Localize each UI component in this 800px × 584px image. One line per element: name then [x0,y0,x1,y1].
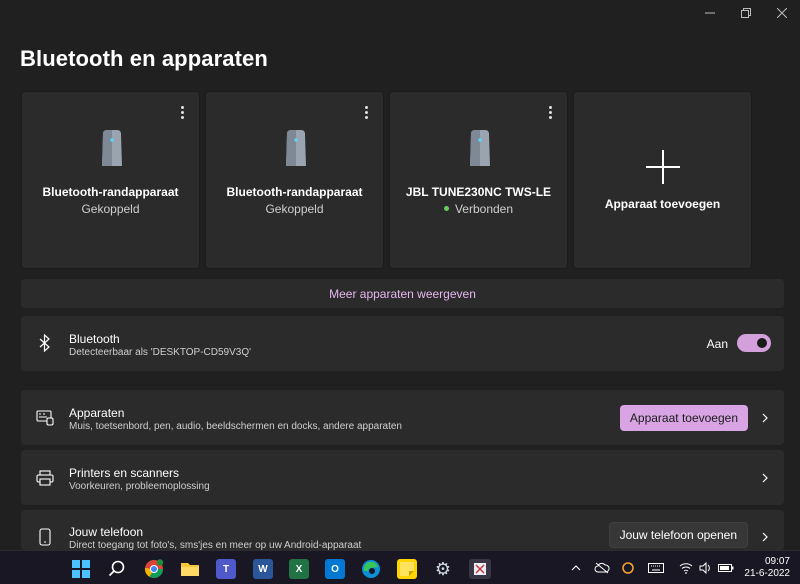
restore-icon [741,8,751,18]
devices-icon [35,408,55,428]
device-status: Gekoppeld [265,202,324,216]
bluetooth-toggle-label: Aan [706,337,728,351]
printer-icon [35,468,55,488]
phone-row[interactable]: Jouw telefoon Direct toegang tot foto's,… [21,510,784,551]
more-options-icon[interactable] [543,104,557,120]
edge-icon[interactable] [361,559,381,579]
open-phone-button[interactable]: Jouw telefoon openen [608,522,748,548]
sticky-notes-icon[interactable] [397,559,417,579]
minimize-button[interactable] [692,0,728,26]
bluetooth-device-icon [470,130,490,166]
keyboard-icon[interactable] [648,561,664,575]
chevron-up-icon[interactable] [568,561,584,575]
printers-subtitle: Voorkeuren, probleemoplossing [69,481,210,492]
more-options-icon[interactable] [175,104,189,120]
chrome-icon[interactable] [144,559,164,579]
maximize-button[interactable] [728,0,764,26]
printers-row[interactable]: Printers en scanners Voorkeuren, problee… [21,450,784,505]
apparaten-row[interactable]: Apparaten Muis, toetsenbord, pen, audio,… [21,390,784,445]
more-options-icon[interactable] [359,104,373,120]
device-card[interactable]: JBL TUNE230NC TWS-LE Verbonden [389,91,568,269]
settings-icon[interactable]: ⚙ [433,559,453,579]
phone-title: Jouw telefoon [69,525,144,539]
taskbar: T W X O ⚙ 09:07 21-6-2022 [0,550,800,584]
printers-title: Printers en scanners [69,466,180,480]
toggle-knob [757,338,767,348]
bluetooth-toggle[interactable] [737,334,771,352]
title-bar [0,0,800,26]
bluetooth-subtitle: Detecteerbaar als 'DESKTOP-CD59V3Q' [69,347,252,358]
wifi-icon[interactable] [678,561,694,575]
device-card[interactable]: Bluetooth-randapparaat Gekoppeld [21,91,200,269]
start-icon[interactable] [71,559,91,579]
cloud-icon[interactable] [594,561,610,575]
add-device-label: Apparaat toevoegen [604,197,721,211]
search-icon[interactable] [107,559,127,579]
system-clock[interactable]: 09:07 21-6-2022 [744,556,790,580]
word-icon[interactable]: W [253,559,273,579]
plus-icon [646,150,680,184]
device-status: Gekoppeld [81,202,140,216]
minimize-icon [705,12,715,14]
add-device-button[interactable]: Apparaat toevoegen [619,405,748,431]
chevron-right-icon [762,473,768,483]
connected-dot-icon [443,206,449,212]
snipping-tool-icon[interactable] [469,559,491,579]
bluetooth-title: Bluetooth [69,332,120,346]
bluetooth-icon [35,333,55,353]
device-name: Bluetooth-randapparaat [42,185,179,199]
chevron-right-icon [762,413,768,423]
excel-icon[interactable]: X [289,559,309,579]
outlook-icon[interactable]: O [325,559,345,579]
sync-icon[interactable] [620,561,636,575]
apparaten-subtitle: Muis, toetsenbord, pen, audio, beeldsche… [69,421,402,432]
close-icon [777,8,787,18]
device-status-row: Verbonden [390,202,567,216]
device-status: Verbonden [454,202,514,216]
close-button[interactable] [764,0,800,26]
bluetooth-device-icon [102,130,122,166]
clock-time: 09:07 [764,556,790,567]
more-devices-button[interactable]: Meer apparaten weergeven [21,279,784,308]
volume-icon[interactable] [698,561,714,575]
page-title: Bluetooth en apparaten [20,46,268,71]
chevron-right-icon [762,532,768,542]
apparaten-title: Apparaten [69,406,125,420]
phone-icon [35,527,55,547]
add-device-card[interactable]: Apparaat toevoegen [573,91,752,269]
file-explorer-icon[interactable] [180,559,200,579]
bluetooth-row: Bluetooth Detecteerbaar als 'DESKTOP-CD5… [21,316,784,371]
battery-icon[interactable] [718,561,734,575]
clock-date: 21-6-2022 [744,568,790,579]
teams-icon[interactable]: T [216,559,236,579]
device-name: Bluetooth-randapparaat [226,185,363,199]
device-card[interactable]: Bluetooth-randapparaat Gekoppeld [205,91,384,269]
device-name: JBL TUNE230NC TWS-LE [405,185,552,199]
bluetooth-device-icon [286,130,306,166]
